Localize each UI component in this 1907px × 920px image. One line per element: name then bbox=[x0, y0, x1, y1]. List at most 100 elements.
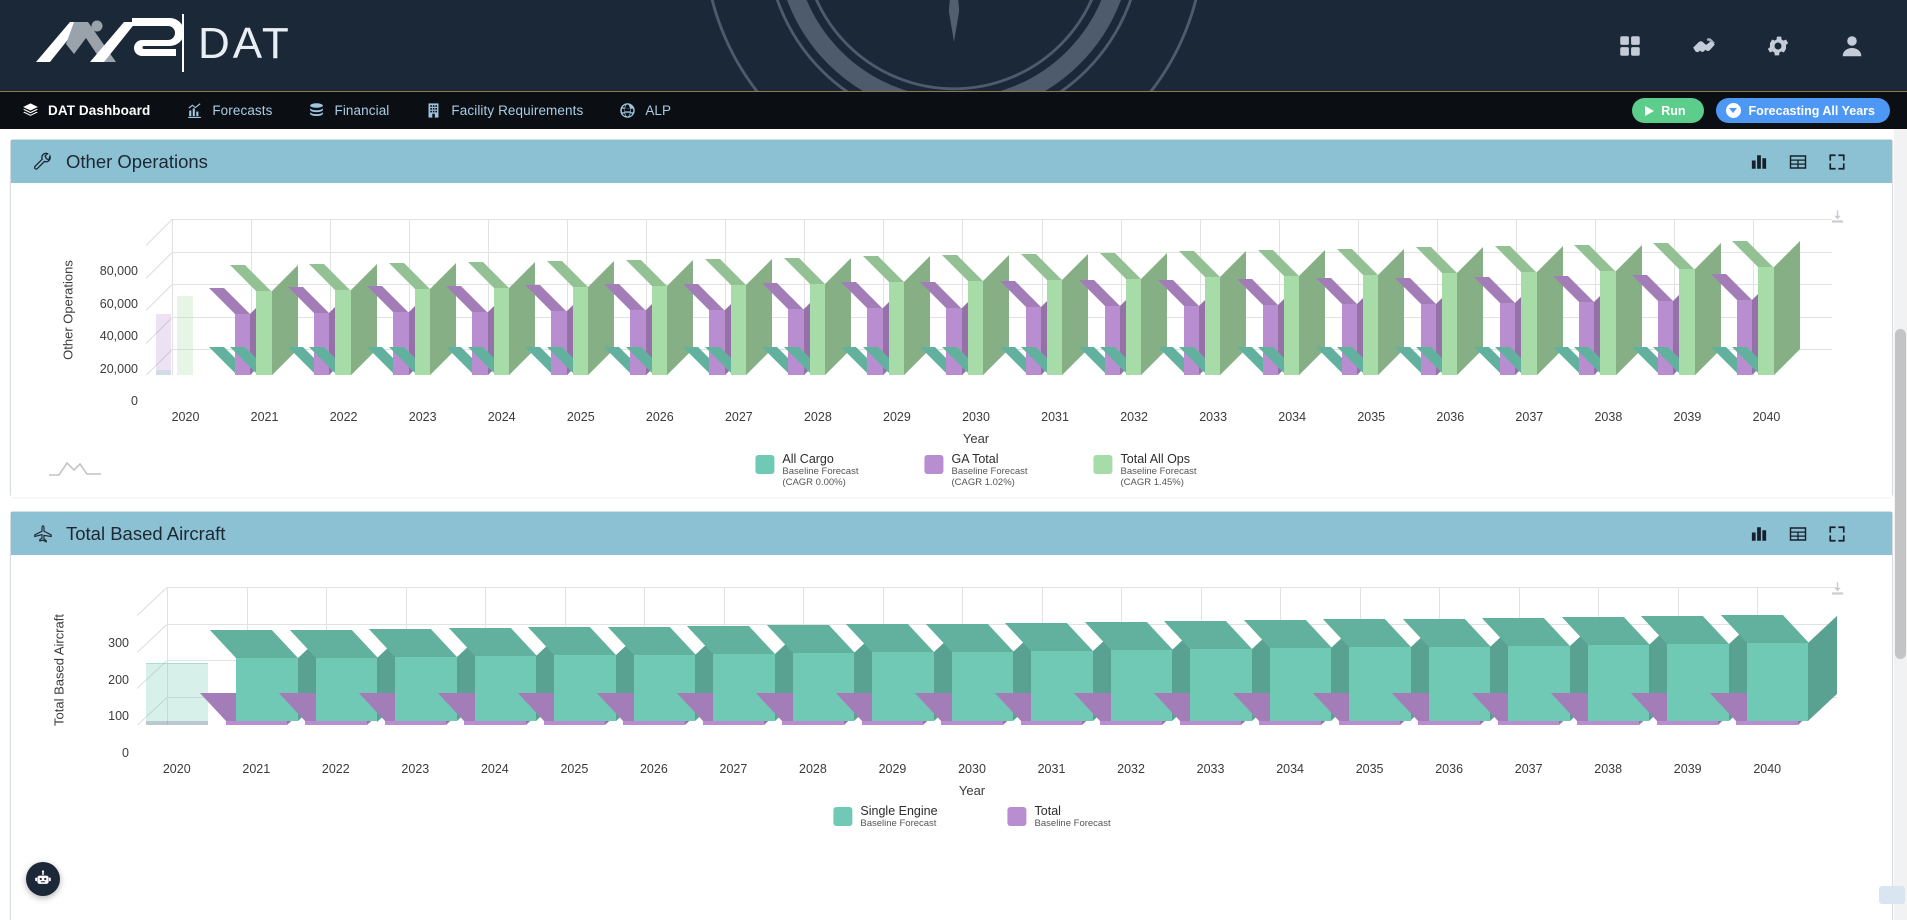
bar-2023-total-all-ops[interactable] bbox=[388, 262, 456, 375]
bar-2033-single-engine[interactable] bbox=[1164, 621, 1282, 721]
bar-2029-total-all-ops[interactable] bbox=[862, 256, 931, 375]
bar-2037-total[interactable] bbox=[1471, 692, 1590, 725]
bar-2020-historic-total[interactable] bbox=[146, 721, 208, 725]
bar-2022-total[interactable] bbox=[278, 693, 397, 725]
run-button[interactable]: Run bbox=[1632, 98, 1704, 123]
legend-item-single-engine[interactable]: Single Engine Baseline Forecast bbox=[833, 805, 938, 829]
bar-2023-ga-total[interactable] bbox=[367, 286, 435, 375]
bar-2023-total[interactable] bbox=[358, 693, 477, 725]
bar-2030-total[interactable] bbox=[915, 692, 1033, 725]
bar-2025-single-engine[interactable] bbox=[527, 627, 646, 721]
bar-2020-historic-cargo[interactable] bbox=[156, 370, 172, 375]
bar-2022-total-all-ops[interactable] bbox=[309, 263, 377, 375]
bar-2033-total-all-ops[interactable] bbox=[1178, 251, 1247, 375]
bar-2029-single-engine[interactable] bbox=[846, 624, 964, 721]
handshake-icon[interactable] bbox=[1691, 33, 1717, 59]
bar-2026-total-all-ops[interactable] bbox=[625, 259, 694, 375]
bar-2034-total[interactable] bbox=[1233, 692, 1351, 725]
download-icon[interactable] bbox=[1829, 580, 1846, 597]
bar-2035-total-all-ops[interactable] bbox=[1337, 248, 1405, 375]
y-axis-tick: 0 bbox=[131, 394, 138, 408]
bar-2038-total-all-ops[interactable] bbox=[1574, 244, 1642, 375]
fullscreen-icon[interactable] bbox=[1828, 525, 1846, 543]
other-operations-chart[interactable]: Other Operations 0 20,000 40,000 60,000 80,00… bbox=[11, 183, 1892, 497]
legend-item-total[interactable]: Total Baseline Forecast bbox=[1007, 805, 1111, 829]
bar-2031-single-engine[interactable] bbox=[1005, 622, 1123, 721]
bar-2037-total-all-ops[interactable] bbox=[1495, 245, 1563, 375]
bar-2021-single-engine[interactable] bbox=[209, 630, 328, 722]
bar-2039-total[interactable] bbox=[1630, 692, 1749, 725]
bar-2039-single-engine[interactable] bbox=[1641, 615, 1759, 721]
bar-2038-total[interactable] bbox=[1551, 692, 1669, 725]
bar-2026-total[interactable] bbox=[597, 692, 715, 725]
legend-item-all-cargo[interactable]: All Cargo Baseline Forecast (CAGR 0.00%) bbox=[755, 453, 858, 488]
scroll-nub[interactable] bbox=[1879, 886, 1905, 904]
nav-item-dat-dashboard[interactable]: DAT Dashboard bbox=[22, 102, 150, 119]
apps-grid-icon[interactable] bbox=[1617, 33, 1643, 59]
fullscreen-icon[interactable] bbox=[1828, 153, 1846, 171]
bar-2040-total[interactable] bbox=[1710, 692, 1828, 725]
legend-item-total-all-ops[interactable]: Total All Ops Baseline Forecast (CAGR 1.45… bbox=[1093, 453, 1197, 488]
bar-2025-total[interactable] bbox=[517, 692, 636, 725]
bar-2027-total-all-ops[interactable] bbox=[704, 258, 773, 375]
bar-2039-total-all-ops[interactable] bbox=[1653, 243, 1721, 375]
bar-2024-total-all-ops[interactable] bbox=[467, 261, 535, 375]
bar-2035-total[interactable] bbox=[1312, 692, 1431, 725]
page-scrollbar[interactable] bbox=[1894, 129, 1907, 920]
bar-2034-total-all-ops[interactable] bbox=[1258, 250, 1326, 375]
nav-item-facility-requirements[interactable]: Facility Requirements bbox=[425, 102, 583, 119]
bar-2032-single-engine[interactable] bbox=[1084, 622, 1203, 721]
bar-2027-single-engine[interactable] bbox=[687, 625, 805, 721]
bar-2033-total[interactable] bbox=[1153, 692, 1272, 725]
bar-chart-view-icon[interactable] bbox=[1750, 525, 1768, 543]
bar-2020-historic[interactable] bbox=[146, 663, 208, 725]
bar-2032-total-all-ops[interactable] bbox=[1099, 252, 1168, 375]
bar-2024-single-engine[interactable] bbox=[448, 628, 567, 722]
bar-2020-historic-ga[interactable] bbox=[156, 314, 172, 375]
bar-chart-view-icon[interactable] bbox=[1750, 153, 1768, 171]
bar-2020-historic-total[interactable] bbox=[177, 296, 193, 375]
bar-2040-single-engine[interactable] bbox=[1720, 614, 1837, 721]
bar-2022-single-engine[interactable] bbox=[289, 629, 408, 722]
bar-2028-total[interactable] bbox=[756, 692, 874, 725]
bar-2034-single-engine[interactable] bbox=[1243, 620, 1362, 721]
bar-2026-single-engine[interactable] bbox=[607, 626, 726, 721]
bar-2038-single-engine[interactable] bbox=[1561, 616, 1680, 721]
total-based-aircraft-chart[interactable]: Total Based Aircraft 0 100 200 300 2020 2021 20… bbox=[11, 555, 1892, 920]
bar-2030-single-engine[interactable] bbox=[925, 623, 1044, 721]
bar-2037-single-engine[interactable] bbox=[1482, 617, 1600, 721]
gear-icon[interactable] bbox=[1765, 33, 1791, 59]
bar-2040-total-all-ops[interactable] bbox=[1732, 241, 1800, 375]
nav-item-forecasts[interactable]: Forecasts bbox=[186, 102, 272, 119]
bar-2024-ga-total[interactable] bbox=[446, 285, 514, 375]
scrollbar-thumb[interactable] bbox=[1895, 329, 1906, 659]
bar-2021-total-all-ops[interactable] bbox=[230, 265, 298, 375]
forecasting-all-years-button[interactable]: Forecasting All Years bbox=[1715, 98, 1890, 123]
legend-item-ga-total[interactable]: GA Total Baseline Forecast (CAGR 1.02%) bbox=[924, 453, 1028, 488]
bar-2031-total[interactable] bbox=[994, 692, 1113, 725]
robot-assistant-icon[interactable] bbox=[26, 862, 60, 896]
bar-2029-total[interactable] bbox=[835, 692, 954, 725]
bar-2036-total-all-ops[interactable] bbox=[1416, 247, 1484, 375]
user-avatar-icon[interactable] bbox=[1839, 33, 1865, 59]
bar-2028-total-all-ops[interactable] bbox=[783, 257, 852, 375]
bar-2036-total[interactable] bbox=[1392, 692, 1510, 725]
bar-2035-single-engine[interactable] bbox=[1323, 619, 1441, 721]
bar-2028-single-engine[interactable] bbox=[766, 625, 885, 721]
bar-2036-single-engine[interactable] bbox=[1402, 618, 1521, 721]
bar-2032-total[interactable] bbox=[1074, 692, 1192, 725]
nav-item-alp[interactable]: ALP bbox=[619, 102, 671, 119]
bar-2031-total-all-ops[interactable] bbox=[1020, 253, 1089, 375]
bar-2024-total[interactable] bbox=[437, 693, 556, 725]
bar-2021-total[interactable] bbox=[199, 693, 318, 725]
bar-2030-total-all-ops[interactable] bbox=[941, 255, 1010, 375]
table-view-icon[interactable] bbox=[1789, 525, 1807, 543]
bar-2025-total-all-ops[interactable] bbox=[546, 260, 614, 375]
brand-logo[interactable]: DAT bbox=[30, 8, 350, 78]
bar-2025-ga-total[interactable] bbox=[525, 284, 593, 375]
table-view-icon[interactable] bbox=[1789, 153, 1807, 171]
bar-2027-total[interactable] bbox=[676, 692, 795, 725]
download-icon[interactable] bbox=[1829, 208, 1846, 225]
bar-2023-single-engine[interactable] bbox=[368, 628, 487, 722]
nav-item-financial[interactable]: Financial bbox=[308, 102, 389, 119]
